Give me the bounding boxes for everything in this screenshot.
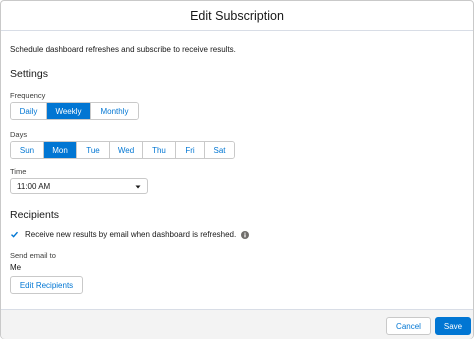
modal-header: Edit Subscription bbox=[1, 1, 473, 31]
frequency-option-weekly[interactable]: Weekly bbox=[47, 103, 91, 119]
save-button[interactable]: Save bbox=[435, 317, 471, 335]
email-checkbox-row: Receive new results by email when dashbo… bbox=[10, 230, 250, 239]
send-email-label: Send email to bbox=[10, 251, 56, 260]
days-button-group: Sun Mon Tue Wed Thu Fri Sat bbox=[10, 141, 235, 159]
edit-recipients-button[interactable]: Edit Recipients bbox=[10, 276, 83, 294]
recipients-heading: Recipients bbox=[10, 209, 60, 221]
cancel-button[interactable]: Cancel bbox=[386, 317, 431, 335]
day-option-tue[interactable]: Tue bbox=[77, 142, 110, 158]
frequency-option-daily[interactable]: Daily bbox=[11, 103, 47, 119]
day-option-mon[interactable]: Mon bbox=[44, 142, 77, 158]
modal-footer: Cancel Save bbox=[1, 309, 473, 339]
time-select-value: 11:00 AM bbox=[17, 181, 51, 191]
send-email-value: Me bbox=[10, 263, 22, 272]
day-option-wed[interactable]: Wed bbox=[110, 142, 143, 158]
time-select[interactable]: 11:00 AM bbox=[10, 178, 148, 194]
info-icon[interactable] bbox=[241, 230, 250, 239]
days-label: Days bbox=[10, 130, 28, 139]
day-option-sat[interactable]: Sat bbox=[205, 142, 234, 158]
email-checkbox-label: Receive new results by email when dashbo… bbox=[25, 230, 237, 239]
edit-subscription-modal: Edit Subscription Schedule dashboard ref… bbox=[0, 0, 474, 339]
frequency-option-monthly[interactable]: Monthly bbox=[91, 103, 138, 119]
day-option-fri[interactable]: Fri bbox=[176, 142, 205, 158]
time-label: Time bbox=[10, 167, 27, 176]
intro-text: Schedule dashboard refreshes and subscri… bbox=[10, 45, 236, 54]
modal-title: Edit Subscription bbox=[190, 8, 284, 23]
frequency-button-group: Daily Weekly Monthly bbox=[10, 102, 139, 120]
day-option-sun[interactable]: Sun bbox=[11, 142, 44, 158]
checkmark-icon bbox=[11, 231, 19, 238]
day-option-thu[interactable]: Thu bbox=[143, 142, 176, 158]
settings-heading: Settings bbox=[10, 68, 48, 80]
email-results-checkbox[interactable] bbox=[10, 230, 19, 239]
chevron-down-icon bbox=[135, 185, 141, 189]
frequency-label: Frequency bbox=[10, 91, 46, 100]
